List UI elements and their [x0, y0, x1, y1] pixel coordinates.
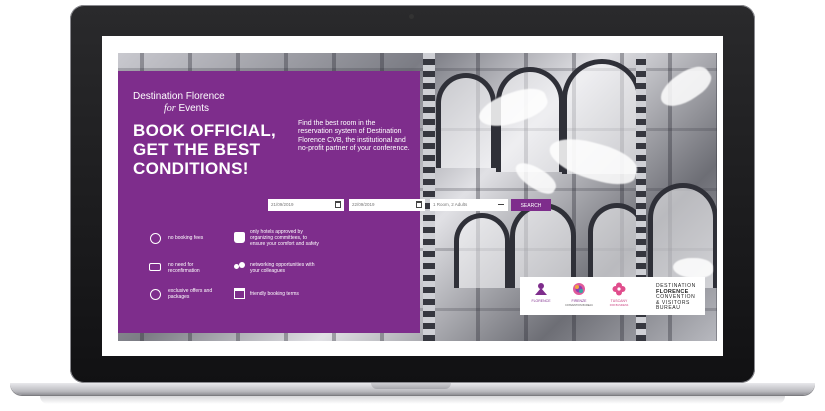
dfcvb-logo: DESTINATION FLORENCE CONVENTION & VISITO… — [656, 283, 696, 312]
feature-text: exclusive offers and packages — [168, 288, 213, 300]
marble-pillar — [423, 53, 435, 341]
search-button[interactable]: SEARCH — [511, 199, 551, 211]
brand-for: for — [164, 103, 176, 114]
laptop-shadow — [40, 396, 785, 404]
arch-window — [454, 213, 510, 288]
checkout-value: 22/09/2019 — [352, 202, 375, 207]
dove — [673, 258, 713, 278]
no-fees-icon — [150, 233, 161, 244]
destination-florence-logo — [534, 282, 548, 296]
tuscany-label: TUSCANY — [610, 299, 628, 303]
calendar-icon[interactable] — [416, 201, 422, 208]
feature-text: no booking fees — [168, 235, 204, 241]
brand-events: Events — [178, 103, 210, 114]
firenze-logo — [572, 282, 586, 296]
feature-text: only hotels approved by organizing commi… — [250, 229, 319, 247]
money-icon — [149, 263, 161, 271]
dfcvb-line: BUREAU — [656, 305, 681, 311]
partner-logos: FLORENCE FIRENZE CONVENTION BUREAU TUSCA… — [520, 277, 705, 315]
webcam-icon — [409, 14, 414, 19]
destination-florence-label: FLORENCE — [531, 299, 551, 303]
checkin-value: 21/09/2019 — [271, 202, 294, 207]
firenze-label: FIRENZE — [571, 299, 587, 303]
brand-title: Destination Florence — [133, 91, 225, 102]
calendar-icon — [234, 288, 245, 299]
arch-window — [510, 203, 576, 288]
checkin-date-input[interactable]: 21/09/2019 — [268, 199, 344, 211]
people-icon — [234, 262, 245, 273]
laptop-base — [10, 383, 815, 395]
feature-text: friendly booking terms — [250, 291, 299, 297]
feature-text: networking opportunities with your colle… — [250, 262, 315, 274]
minus-icon[interactable] — [498, 204, 504, 205]
headline: BOOK OFFICIAL, GET THE BEST CONDITIONS! — [133, 121, 277, 178]
description: Find the best room in the reservation sy… — [298, 120, 410, 153]
dove — [654, 59, 717, 115]
firenze-sublabel: CONVENTION BUREAU — [565, 304, 593, 307]
checkout-date-input[interactable]: 22/09/2019 — [349, 199, 425, 211]
guests-value: 1 Room, 2 Adults — [433, 202, 468, 207]
laptop-screen: Destination Florence for Events BOOK OFF… — [102, 36, 723, 356]
tuscany-flower-logo — [612, 282, 626, 296]
laptop-notch — [371, 383, 451, 389]
feature-text: no need for reconfirmation — [168, 262, 200, 274]
calendar-icon[interactable] — [335, 201, 341, 208]
brand-subtitle: for Events — [164, 103, 209, 114]
offers-icon — [150, 289, 161, 300]
guests-select[interactable]: 1 Room, 2 Adults — [430, 199, 508, 211]
tuscany-sublabel: FOR BUSINESS — [609, 304, 629, 307]
